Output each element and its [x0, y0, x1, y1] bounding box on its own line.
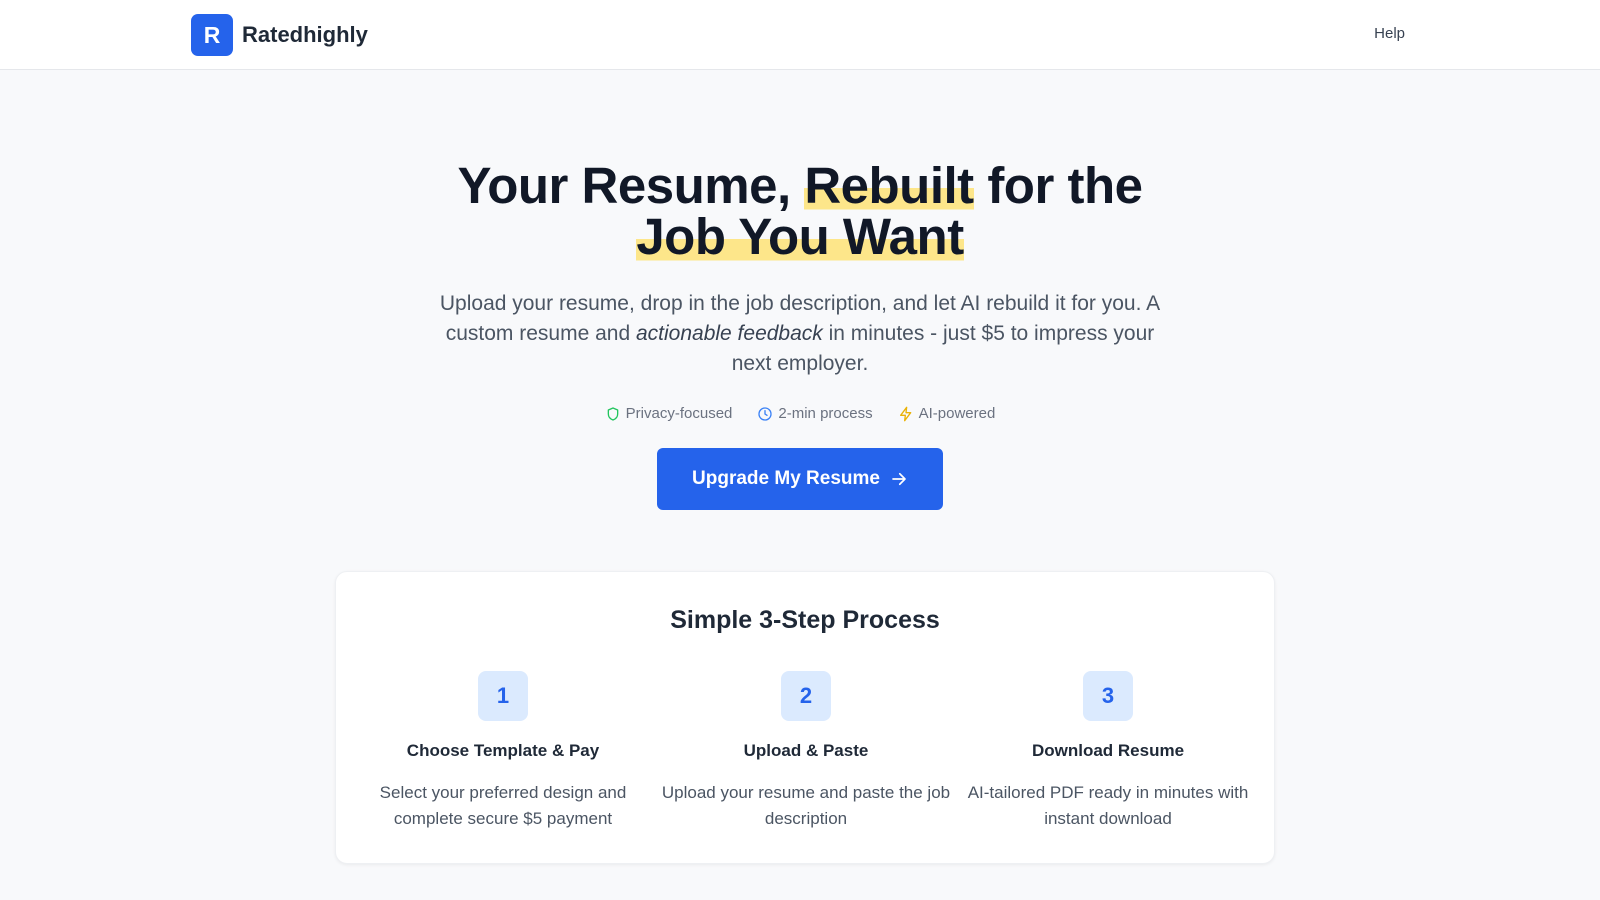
top-nav-bar: R Ratedhighly Help: [0, 0, 1600, 70]
step-description: Select your preferred design and complet…: [379, 783, 627, 828]
cta-label: Upgrade My Resume: [692, 468, 880, 489]
badge-ai: AI-powered: [898, 405, 996, 422]
upgrade-resume-button[interactable]: Upgrade My Resume: [657, 448, 943, 510]
arrow-right-icon: [892, 472, 906, 486]
headline-highlight-1: Rebuilt: [804, 157, 974, 214]
step-number-badge: 3: [1083, 671, 1133, 721]
headline-text-1: Your Resume,: [457, 157, 805, 214]
brand-name: Ratedhighly: [242, 22, 368, 47]
badge-label: 2-min process: [778, 405, 873, 422]
brand-logo-link[interactable]: R Ratedhighly: [191, 14, 368, 56]
badge-privacy: Privacy-focused: [605, 405, 733, 422]
hero-subtitle: Upload your resume, drop in the job desc…: [430, 289, 1170, 379]
help-link[interactable]: Help: [1374, 25, 1405, 42]
process-card: Simple 3-Step Process 1 Choose Template …: [335, 571, 1275, 864]
lightning-icon: [899, 406, 911, 421]
step-1: 1 Choose Template & Pay Select your pref…: [353, 671, 653, 832]
feature-badges: Privacy-focused 2-min process AI-powered: [0, 405, 1600, 422]
subtitle-emphasis: actionable feedback: [635, 322, 823, 345]
hero-headline: Your Resume, Rebuilt for the Job You Wan…: [0, 157, 1600, 265]
badge-label: AI-powered: [918, 405, 996, 422]
clock-icon: [758, 406, 773, 421]
step-number-badge: 2: [781, 671, 831, 721]
step-description: AI-tailored PDF ready in minutes with in…: [967, 783, 1249, 828]
step-title: Upload & Paste: [743, 741, 869, 760]
process-title: Simple 3-Step Process: [670, 606, 940, 634]
step-number-badge: 1: [478, 671, 528, 721]
step-3: 3 Download Resume AI-tailored PDF ready …: [958, 671, 1258, 832]
shield-icon: [607, 406, 619, 421]
badge-process-time: 2-min process: [757, 405, 873, 422]
hero-section: Your Resume, Rebuilt for the Job You Wan…: [0, 157, 1600, 510]
headline-text-2: for the: [973, 157, 1143, 214]
brand-logo-icon: R: [191, 14, 233, 56]
step-title: Choose Template & Pay: [406, 741, 600, 760]
step-2: 2 Upload & Paste Upload your resume and …: [656, 671, 956, 832]
step-title: Download Resume: [1031, 741, 1185, 760]
step-description: Upload your resume and paste the job des…: [661, 783, 951, 828]
headline-highlight-2: Job You Want: [636, 208, 964, 265]
badge-label: Privacy-focused: [625, 405, 733, 422]
